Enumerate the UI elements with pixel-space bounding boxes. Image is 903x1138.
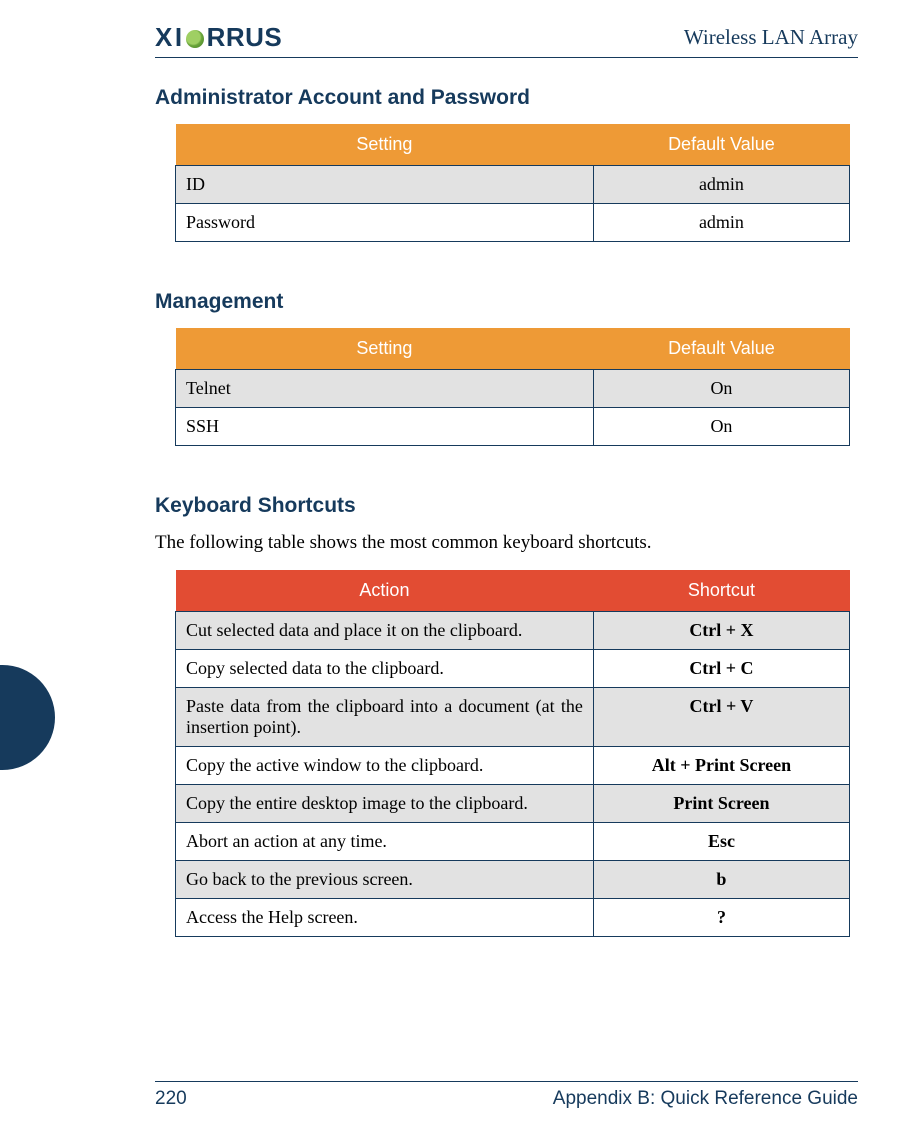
table-header-row: Setting Default Value — [176, 328, 850, 370]
column-header-setting: Setting — [176, 328, 594, 370]
cell-setting: ID — [176, 166, 594, 204]
admin-table: Setting Default Value ID admin Password … — [175, 124, 850, 242]
logo-globe-icon — [186, 30, 204, 48]
table-row: Copy the active window to the clipboard.… — [176, 747, 850, 785]
cell-setting: Telnet — [176, 370, 594, 408]
cell-shortcut: Ctrl + X — [593, 612, 849, 650]
column-header-action: Action — [176, 570, 594, 612]
table-row: Password admin — [176, 204, 850, 242]
column-header-shortcut: Shortcut — [593, 570, 849, 612]
section-heading-admin: Administrator Account and Password — [155, 86, 848, 110]
table-row: Copy the entire desktop image to the cli… — [176, 785, 850, 823]
cell-setting: Password — [176, 204, 594, 242]
table-row: ID admin — [176, 166, 850, 204]
column-header-default-value: Default Value — [593, 328, 849, 370]
column-header-default-value: Default Value — [593, 124, 849, 166]
table-header-row: Setting Default Value — [176, 124, 850, 166]
cell-value: On — [593, 408, 849, 446]
cell-shortcut: ? — [593, 899, 849, 937]
logo-letters-rrus: RRUS — [207, 22, 283, 53]
table-row: Go back to the previous screen. b — [176, 861, 850, 899]
cell-setting: SSH — [176, 408, 594, 446]
cell-action: Copy the active window to the clipboard. — [176, 747, 594, 785]
logo-letter-i: I — [175, 22, 183, 53]
appendix-title: Appendix B: Quick Reference Guide — [553, 1088, 858, 1110]
cell-action: Copy the entire desktop image to the cli… — [176, 785, 594, 823]
management-table: Setting Default Value Telnet On SSH On — [175, 328, 850, 446]
table-row: Cut selected data and place it on the cl… — [176, 612, 850, 650]
cell-action: Cut selected data and place it on the cl… — [176, 612, 594, 650]
cell-action: Paste data from the clipboard into a doc… — [176, 688, 594, 747]
table-row: Paste data from the clipboard into a doc… — [176, 688, 850, 747]
table-row: Telnet On — [176, 370, 850, 408]
table-row: SSH On — [176, 408, 850, 446]
cell-shortcut: Ctrl + C — [593, 650, 849, 688]
brand-logo: X I RRUS — [155, 22, 282, 53]
table-header-row: Action Shortcut — [176, 570, 850, 612]
table-row: Access the Help screen. ? — [176, 899, 850, 937]
product-name: Wireless LAN Array — [684, 25, 858, 50]
cell-action: Go back to the previous screen. — [176, 861, 594, 899]
cell-shortcut: Print Screen — [593, 785, 849, 823]
cell-value: admin — [593, 204, 849, 242]
header-rule — [155, 57, 858, 58]
cell-shortcut: Ctrl + V — [593, 688, 849, 747]
page-header: X I RRUS Wireless LAN Array — [45, 22, 858, 57]
cell-action: Copy selected data to the clipboard. — [176, 650, 594, 688]
page-number: 220 — [155, 1088, 187, 1110]
page-footer: 220 Appendix B: Quick Reference Guide — [45, 1081, 858, 1110]
logo-letter-x: X — [155, 22, 173, 53]
cell-action: Access the Help screen. — [176, 899, 594, 937]
cell-shortcut: Alt + Print Screen — [593, 747, 849, 785]
cell-value: admin — [593, 166, 849, 204]
footer-rule — [155, 1081, 858, 1082]
cell-shortcut: b — [593, 861, 849, 899]
cell-shortcut: Esc — [593, 823, 849, 861]
table-row: Abort an action at any time. Esc — [176, 823, 850, 861]
shortcuts-table: Action Shortcut Cut selected data and pl… — [175, 570, 850, 937]
column-header-setting: Setting — [176, 124, 594, 166]
section-heading-management: Management — [155, 290, 848, 314]
cell-value: On — [593, 370, 849, 408]
section-heading-shortcuts: Keyboard Shortcuts — [155, 494, 848, 518]
table-row: Copy selected data to the clipboard. Ctr… — [176, 650, 850, 688]
shortcuts-intro: The following table shows the most commo… — [155, 532, 848, 554]
cell-action: Abort an action at any time. — [176, 823, 594, 861]
